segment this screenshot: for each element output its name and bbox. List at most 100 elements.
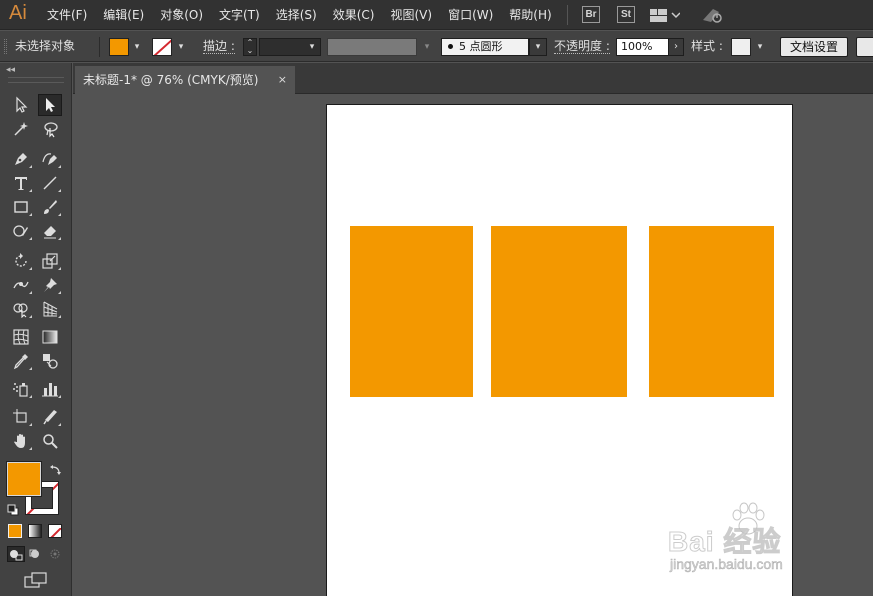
fill-dropdown-icon[interactable]: ▾ [130,38,144,56]
rectangle-tool[interactable] [9,196,33,218]
lasso-tool[interactable] [38,118,62,140]
lasso-icon [44,122,58,138]
control-bar-grip[interactable] [4,39,7,54]
none-mode-button[interactable] [48,524,62,538]
orange-rectangle-3[interactable] [649,226,774,397]
width-tool[interactable] [9,274,33,296]
gradient-tool[interactable] [38,326,62,348]
fill-color-box[interactable] [6,461,42,497]
variable-width-profile[interactable] [327,38,417,56]
opacity-flyout[interactable]: › [668,38,684,56]
canvas-area[interactable] [73,95,873,596]
shaper-icon [13,225,28,237]
direct-selection-tool[interactable] [38,94,62,116]
screen-mode-button[interactable] [24,571,48,589]
type-tool[interactable] [9,172,33,194]
shape-builder-icon [13,303,28,318]
menu-separator [567,5,568,25]
menu-edit[interactable]: 编辑(E) [103,0,144,30]
line-segment-tool[interactable] [38,172,62,194]
style-dropdown-icon[interactable]: ▾ [753,38,767,56]
draw-normal-button[interactable] [7,546,25,562]
graphic-style-swatch[interactable] [731,38,751,56]
document-setup-button[interactable]: 文档设置 [780,37,848,57]
close-tab-icon[interactable]: × [278,66,287,94]
curvature-tool[interactable] [38,148,62,170]
stroke-dropdown-icon[interactable]: ▾ [174,38,188,56]
chevron-right-icon: › [674,41,678,52]
menu-type[interactable]: 文字(T) [219,0,260,30]
bridge-button[interactable]: Br [582,6,600,23]
panel-grip[interactable] [8,77,64,83]
rotate-tool[interactable] [9,250,33,272]
brush-definition[interactable]: 5 点圆形 [441,38,529,56]
stock-button[interactable]: St [617,6,635,23]
magic-wand-tool[interactable] [9,118,33,140]
swap-fill-stroke-icon[interactable] [49,461,63,475]
document-tab-bar: 未标题-1* @ 76% (CMYK/预览) × [73,63,873,94]
menu-list: 文件(F) 编辑(E) 对象(O) 文字(T) 选择(S) 效果(C) 视图(V… [47,0,568,30]
hand-icon [14,434,25,448]
menu-help[interactable]: 帮助(H) [509,0,551,30]
opacity-label[interactable]: 不透明度 : [554,39,610,54]
workspace-layout-icon[interactable] [650,8,681,27]
zoom-tool[interactable] [38,430,62,452]
perspective-grid-icon [43,301,58,317]
stroke-weight-stepper[interactable]: ⌃ ⌄ [243,38,257,56]
menu-select[interactable]: 选择(S) [276,0,317,30]
color-mode-button[interactable] [8,524,22,538]
scale-icon [42,253,58,269]
eyedropper-tool[interactable] [9,350,33,372]
knife-icon [43,410,57,425]
magnifier-icon [43,434,58,449]
stroke-weight-dropdown-icon[interactable]: ▾ [305,38,319,56]
chevron-down-icon: ▾ [535,42,541,52]
eraser-tool[interactable] [38,220,62,242]
gradient-icon [42,330,58,344]
brush-icon [44,200,57,214]
scale-tool[interactable] [38,250,62,272]
shaper-tool[interactable] [9,220,33,242]
profile-dropdown-icon[interactable]: ▾ [420,38,434,56]
menu-window[interactable]: 窗口(W) [448,0,493,30]
stroke-swatch[interactable] [152,38,172,56]
perspective-grid-tool[interactable] [38,298,62,320]
pen-tool[interactable] [9,148,33,170]
brush-value: 5 点圆形 [459,40,503,53]
artboard[interactable] [326,104,793,596]
gradient-mode-button[interactable] [28,524,42,538]
menu-object[interactable]: 对象(O) [160,0,203,30]
rectangle-icon [14,201,28,213]
pen-icon [15,153,27,165]
draw-inside-button[interactable] [47,546,65,562]
hand-tool[interactable] [9,430,33,452]
sync-icon[interactable] [701,6,723,28]
default-fill-stroke-icon[interactable] [7,501,19,516]
menu-effect[interactable]: 效果(C) [333,0,375,30]
puppet-warp-tool[interactable] [38,274,62,296]
column-graph-tool[interactable] [38,378,62,400]
menu-file[interactable]: 文件(F) [47,0,87,30]
stroke-label[interactable]: 描边 : [203,39,235,54]
orange-rectangle-2[interactable] [491,226,627,397]
slice-tool[interactable] [38,406,62,428]
selection-tool[interactable] [9,94,33,116]
symbol-sprayer-tool[interactable] [9,378,33,400]
width-icon [13,281,29,289]
draw-behind-button[interactable] [27,546,45,562]
preferences-button[interactable] [856,37,873,57]
collapse-panel-icon[interactable]: ◂◂ [6,65,15,75]
opacity-input[interactable]: 100% [616,38,670,56]
fill-swatch[interactable] [109,38,129,56]
artboard-tool[interactable] [9,406,33,428]
blend-tool[interactable] [38,350,62,372]
orange-rectangle-1[interactable] [350,226,473,397]
tools-panel: ◂◂ [0,63,72,596]
symbol-sprayer-icon [13,383,28,397]
menu-view[interactable]: 视图(V) [390,0,432,30]
brush-dropdown[interactable]: ▾ [529,38,547,56]
document-tab[interactable]: 未标题-1* @ 76% (CMYK/预览) × [75,66,295,94]
shape-builder-tool[interactable] [9,298,33,320]
mesh-tool[interactable] [9,326,33,348]
paintbrush-tool[interactable] [38,196,62,218]
